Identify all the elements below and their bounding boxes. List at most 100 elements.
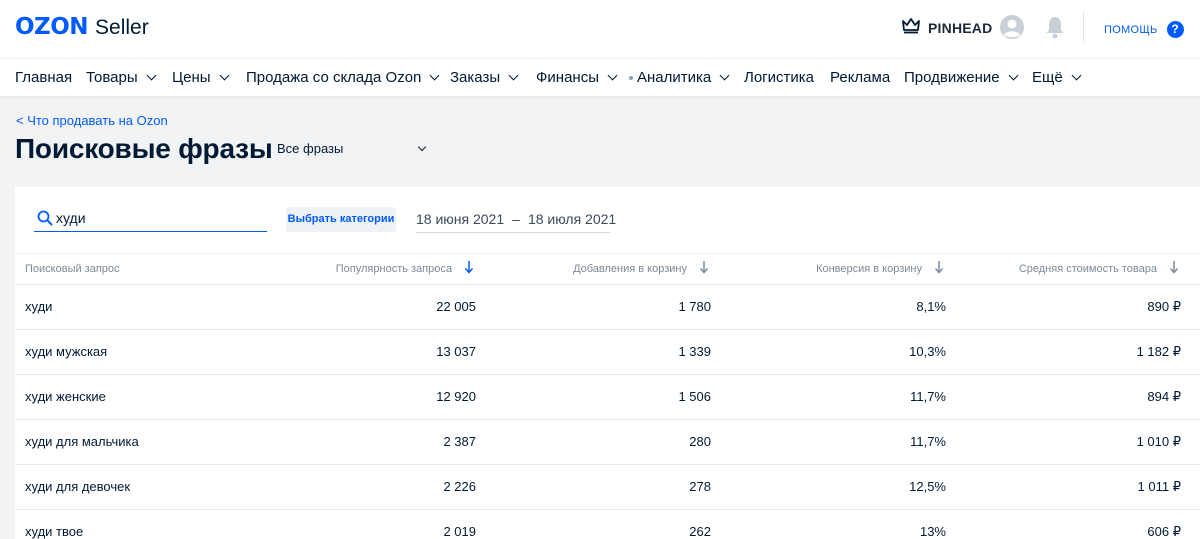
cell-avg-price: 606 ₽ [1147,524,1181,539]
nav-item-label: Главная [15,69,73,86]
cell-avg-price: 1 010 ₽ [1136,434,1181,449]
date-to: 18 июля 2021 [527,211,617,227]
cell-popularity: 2 387 [443,434,476,449]
chevron-down-icon [508,70,519,81]
logo-product: Seller [95,16,149,39]
top-header: OZON Seller PINHEAD ПОМОЩЬ ? [0,0,1200,58]
column-header-popularity[interactable]: Популярность запроса [336,263,452,275]
table-row[interactable]: худи твое 2 019 262 13% 606 ₽ [15,510,1200,539]
page-title: Поисковые фразы [15,133,273,164]
nav-item-promotion[interactable]: Продвижение [904,69,1019,86]
back-link[interactable]: < Что продавать на Ozon [16,113,168,128]
cell-conversion: 11,7% [910,389,946,404]
help-icon: ? [1166,21,1184,38]
column-header-avg-price[interactable]: Средняя стоимость товара [1019,263,1157,275]
column-header-conversion[interactable]: Конверсия в корзину [816,263,922,275]
nav-item-label: Цены [172,69,211,86]
cell-cart-adds: 1 506 [678,389,711,404]
cell-query: худи для мальчика [25,434,139,449]
sort-down-icon[interactable] [699,260,709,274]
help-label: ПОМОЩЬ [1104,23,1158,36]
date-from: 18 июня 2021 [416,211,505,227]
chevron-down-icon [719,70,730,81]
table-row[interactable]: худи для мальчика 2 387 280 11,7% 1 010 … [15,420,1200,465]
chevron-down-icon [607,70,618,81]
nav-item-analytics[interactable]: Аналитика [629,69,730,86]
table-row[interactable]: худи мужская 13 037 1 339 10,3% 1 182 ₽ [15,330,1200,375]
nav-item-label: Финансы [536,69,599,86]
nav-item-products[interactable]: Товары [86,69,157,86]
cell-avg-price: 890 ₽ [1147,299,1181,314]
chevron-down-icon [219,70,229,81]
select-categories-button[interactable]: Выбрать категории [286,207,396,232]
cell-conversion: 12,5% [909,479,946,494]
cell-conversion: 13% [919,524,946,539]
nav-item-finance[interactable]: Финансы [536,69,618,86]
nav-item-label: Продажа со склада Ozon [246,69,422,86]
cell-avg-price: 894 ₽ [1147,389,1181,404]
cell-query: худи твое [25,524,84,539]
table-row[interactable]: худи для девочек 2 226 278 12,5% 1 011 ₽ [15,465,1200,510]
nav-item-label: Продвижение [904,69,1000,86]
cell-cart-adds: 1 780 [678,299,711,314]
nav-item-label: Реклама [830,69,891,86]
cell-conversion: 11,7% [910,434,946,449]
cell-cart-adds: 1 339 [678,344,711,359]
cell-cart-adds: 262 [689,524,711,539]
table-row[interactable]: худи 22 005 1 780 8,1% 890 ₽ [15,285,1200,330]
logo-brand: OZON [15,14,89,40]
table-row[interactable]: худи женские 12 920 1 506 11,7% 894 ₽ [15,375,1200,420]
nav-item-label: Заказы [450,69,501,86]
filter-select-value: Все фразы [277,141,344,156]
table-header: Поисковый запрос Популярность запроса До… [15,253,1200,285]
chevron-down-icon [1071,70,1082,81]
nav-item-label: Товары [86,69,138,86]
column-header-cart-adds[interactable]: Добавления в корзину [573,263,687,275]
cell-query: худи женские [25,389,106,404]
account-name: PINHEAD [928,20,993,36]
search-field[interactable] [34,207,267,232]
cell-cart-adds: 280 [689,434,711,449]
cell-avg-price: 1 182 ₽ [1136,344,1181,359]
cell-conversion: 10,3% [909,344,946,359]
cell-query: худи [25,299,53,314]
chevron-down-icon [429,70,440,81]
sort-down-icon[interactable] [464,260,474,274]
crown-icon [901,17,921,39]
nav-item-label: Логистика [744,69,815,86]
nav-item-more[interactable]: Ещё [1032,69,1082,86]
search-icon [37,210,53,226]
new-indicator-dot [629,75,633,80]
sort-down-icon[interactable] [934,260,944,274]
cell-conversion: 8,1% [916,299,946,314]
ozon-seller-logo[interactable]: OZON Seller [15,14,149,40]
date-separator: – [512,211,520,227]
account-switcher[interactable]: PINHEAD [901,17,992,39]
nav-item-fbo[interactable]: Продажа со склада Ozon [246,69,440,86]
cell-query: худи для девочек [25,479,131,494]
help-button[interactable]: ПОМОЩЬ ? [1104,21,1184,38]
nav-item-orders[interactable]: Заказы [450,69,519,86]
cell-popularity: 2 226 [443,479,476,494]
date-range-picker[interactable]: 18 июня 2021–18 июля 2021 [416,211,616,233]
nav-item-logistics[interactable]: Логистика [744,69,814,86]
cell-avg-price: 1 011 ₽ [1137,479,1181,494]
cell-popularity: 12 920 [436,389,476,404]
cell-cart-adds: 278 [689,479,711,494]
sort-down-icon[interactable] [1169,260,1179,274]
user-avatar-icon[interactable] [999,14,1025,40]
phrase-filter-select[interactable]: Все фразы [277,141,429,159]
nav-item-ads[interactable]: Реклама [830,69,890,86]
nav-item-label: Аналитика [637,69,712,86]
chevron-down-icon [417,142,427,152]
search-input[interactable] [56,208,256,228]
search-phrases-card: Выбрать категории 18 июня 2021–18 июля 2… [15,187,1200,539]
cell-popularity: 13 037 [436,344,476,359]
main-nav: Главная Товары Цены Продажа со склада Oz… [0,58,1200,96]
cell-query: худи мужская [25,344,108,359]
chevron-down-icon [1008,70,1019,81]
nav-item-home[interactable]: Главная [15,69,72,86]
nav-item-prices[interactable]: Цены [172,69,229,86]
column-header-query[interactable]: Поисковый запрос [25,263,120,275]
bell-icon[interactable] [1043,14,1067,40]
